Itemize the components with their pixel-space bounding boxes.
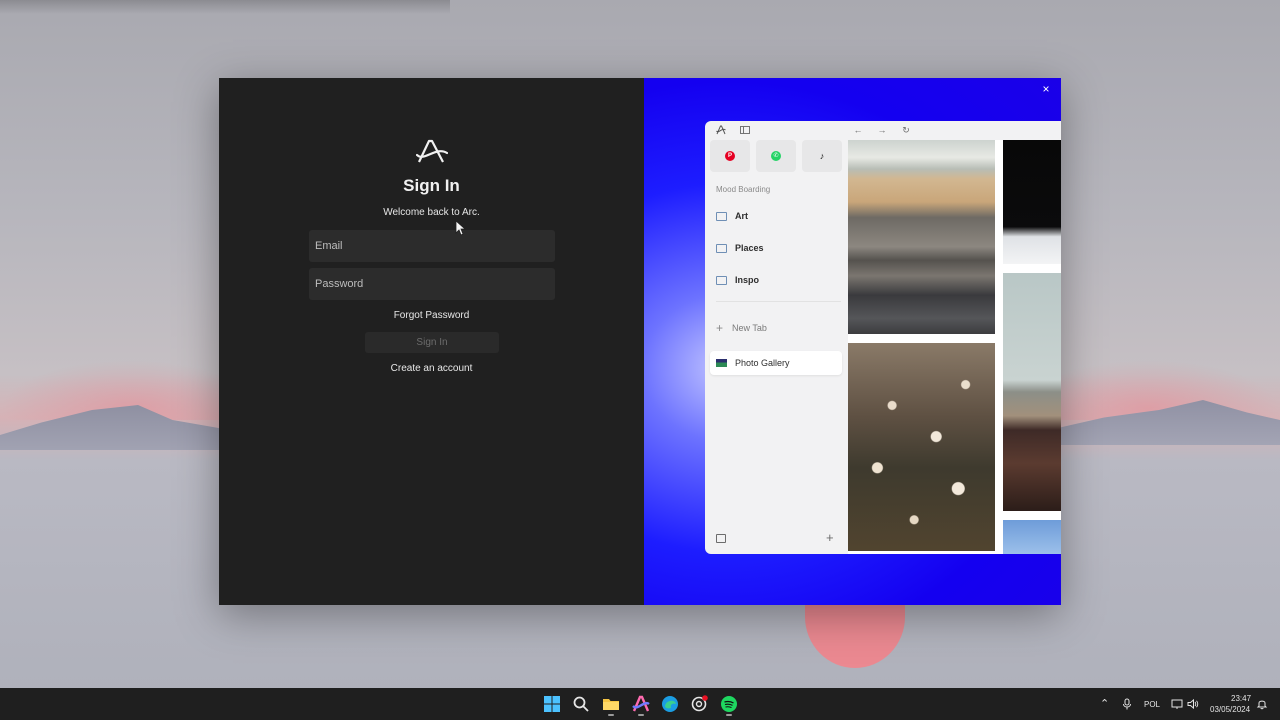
arc-preview-browser: ← → ↻ P ✆ ♪ Mood Boarding Art Places Ins…	[705, 121, 1061, 554]
wallpaper-sun-reflection	[805, 604, 905, 668]
background-window-shadow	[0, 0, 450, 14]
photo-aerial-beach[interactable]	[848, 140, 995, 334]
tab-favicon-icon	[716, 359, 727, 367]
folder-icon	[716, 243, 727, 253]
favorite-pinterest[interactable]: P	[710, 140, 750, 172]
volume-icon[interactable]	[1187, 698, 1199, 713]
edge-icon	[662, 696, 678, 712]
sidebar-folder-inspo[interactable]: Inspo	[716, 272, 759, 288]
clock-time[interactable]: 23:47	[1231, 694, 1251, 703]
promo-pane: × ← → ↻ P ✆ ♪ Mood Boarding Art Places I…	[644, 78, 1061, 605]
pinterest-icon: P	[725, 151, 735, 161]
start-button[interactable]	[543, 695, 561, 713]
forward-arrow-icon[interactable]: →	[877, 125, 887, 135]
back-arrow-icon[interactable]: ←	[853, 125, 863, 135]
email-field[interactable]: Email	[309, 230, 555, 262]
forgot-password-link[interactable]: Forgot Password	[219, 310, 644, 321]
chatgpt-icon	[691, 695, 708, 712]
signin-title: Sign In	[403, 176, 460, 195]
microphone-icon[interactable]	[1122, 698, 1132, 713]
sidebar-divider	[716, 301, 841, 302]
arc-browser-button[interactable]	[632, 695, 650, 713]
tab-photo-gallery[interactable]: Photo Gallery	[710, 351, 842, 375]
spotify-icon	[721, 696, 737, 712]
preview-toolbar: ← → ↻	[705, 121, 1061, 139]
sidebar-folder-art[interactable]: Art	[716, 208, 748, 224]
new-tab-label: New Tab	[732, 323, 767, 333]
search-icon	[573, 696, 589, 712]
chatgpt-button[interactable]	[690, 695, 708, 713]
language-indicator[interactable]: POL	[1144, 700, 1160, 709]
reload-icon[interactable]: ↻	[901, 125, 911, 135]
photo-gallery-content	[848, 140, 1061, 554]
windows-icon	[544, 696, 560, 712]
new-tab-button[interactable]: + New Tab	[716, 321, 767, 335]
folder-icon	[603, 699, 619, 710]
favorite-tiktok[interactable]: ♪	[802, 140, 842, 172]
tiktok-icon: ♪	[819, 151, 825, 161]
favorite-whatsapp[interactable]: ✆	[756, 140, 796, 172]
sidebar-toggle-icon[interactable]	[740, 125, 750, 135]
signin-button[interactable]: Sign In	[365, 332, 499, 353]
create-account-link[interactable]: Create an account	[219, 363, 644, 374]
arc-icon	[632, 695, 650, 712]
taskbar: ⌃ POL 23:47 03/05/2024	[0, 688, 1280, 720]
photo-hanging-lights[interactable]	[848, 343, 995, 551]
archive-icon[interactable]	[716, 534, 726, 543]
file-explorer-button[interactable]	[602, 695, 620, 713]
running-indicator	[726, 714, 732, 716]
running-indicator	[638, 714, 644, 716]
folder-label: Inspo	[735, 275, 759, 285]
add-icon[interactable]: +	[826, 530, 834, 545]
space-label: Mood Boarding	[716, 185, 771, 194]
folder-icon	[716, 275, 727, 285]
favorites-row: P ✆ ♪	[710, 140, 842, 172]
arc-logo-icon	[716, 125, 726, 135]
arc-signin-window: Sign In Welcome back to Arc. Email Passw…	[219, 78, 1061, 605]
signin-pane: Sign In Welcome back to Arc. Email Passw…	[219, 78, 644, 605]
plus-icon: +	[716, 321, 724, 335]
signin-subtitle: Welcome back to Arc.	[383, 207, 480, 218]
mouse-cursor-icon	[455, 220, 465, 236]
photo-desert[interactable]	[1003, 273, 1061, 511]
arc-logo-icon	[416, 139, 448, 163]
sidebar-folder-places[interactable]: Places	[716, 240, 764, 256]
folder-label: Places	[735, 243, 764, 253]
edge-button[interactable]	[661, 695, 679, 713]
clock-date[interactable]: 03/05/2024	[1210, 705, 1250, 714]
photo-sky[interactable]	[1003, 520, 1061, 554]
network-icon[interactable]	[1171, 698, 1183, 713]
tab-label: Photo Gallery	[735, 358, 790, 368]
whatsapp-icon: ✆	[771, 151, 781, 161]
folder-label: Art	[735, 211, 748, 221]
running-indicator	[608, 714, 614, 716]
spotify-button[interactable]	[720, 695, 738, 713]
notification-bell-icon[interactable]	[1256, 698, 1268, 713]
password-field[interactable]: Password	[309, 268, 555, 300]
chevron-up-icon[interactable]: ⌃	[1100, 698, 1109, 710]
close-button[interactable]: ×	[1039, 82, 1053, 96]
search-button[interactable]	[572, 695, 590, 713]
folder-icon	[716, 211, 727, 221]
photo-space[interactable]	[1003, 140, 1061, 264]
